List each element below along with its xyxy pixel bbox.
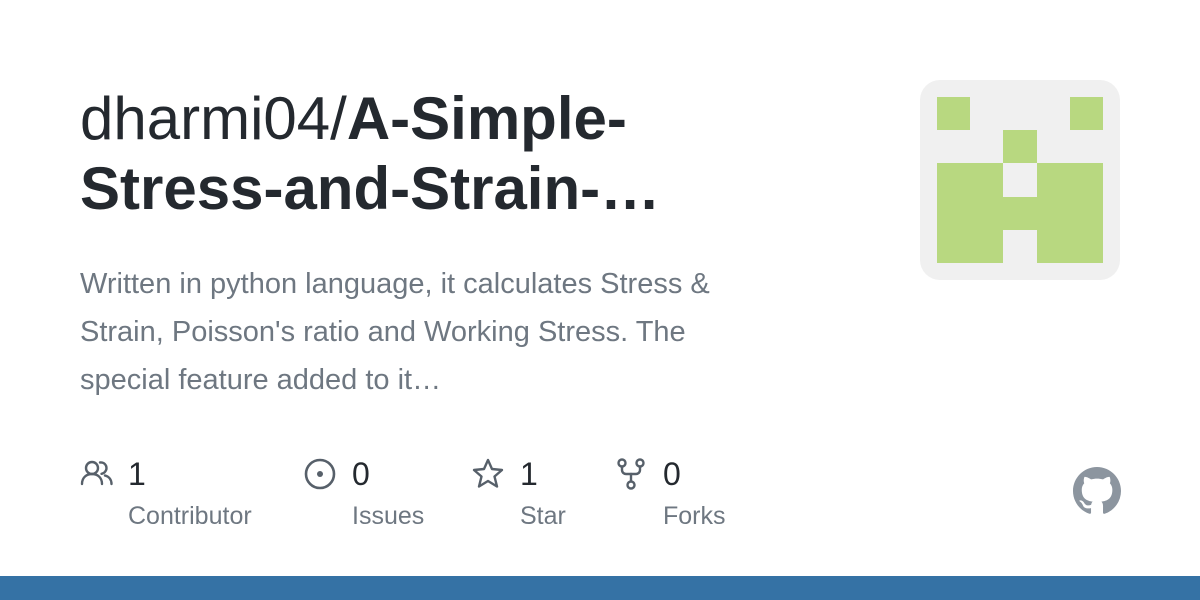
fork-icon xyxy=(617,458,645,490)
description-line-1: Written in python language, it calculate… xyxy=(80,268,710,300)
repo-owner: dharmi04/ xyxy=(80,85,347,152)
contributors-label: Contributor xyxy=(128,502,252,530)
star-icon xyxy=(472,458,504,488)
forks-count: 0 xyxy=(663,456,681,492)
identicon-graphic xyxy=(937,97,1103,263)
repo-title: dharmi04/A-Simple- Stress-and-Strain-… xyxy=(80,84,840,224)
owner-avatar xyxy=(920,80,1120,280)
description-line-2: Strain, Poisson's ratio and Working Stre… xyxy=(80,316,686,348)
repo-name-line1: A-Simple- xyxy=(346,85,627,152)
stars-count: 1 xyxy=(520,456,538,492)
repo-name-line2: Stress-and-Strain-… xyxy=(80,155,661,222)
forks-label: Forks xyxy=(663,502,726,530)
language-bar xyxy=(0,576,1200,600)
repo-description: Written in python language, it calculate… xyxy=(80,260,840,404)
contributors-count: 1 xyxy=(128,456,146,492)
issue-icon xyxy=(304,458,336,490)
github-logo-icon[interactable] xyxy=(1073,467,1121,515)
issues-label: Issues xyxy=(352,502,425,530)
stars-label: Star xyxy=(520,502,566,530)
description-line-3: special feature added to it… xyxy=(80,364,442,396)
people-icon xyxy=(80,460,113,486)
issues-count: 0 xyxy=(352,456,370,492)
